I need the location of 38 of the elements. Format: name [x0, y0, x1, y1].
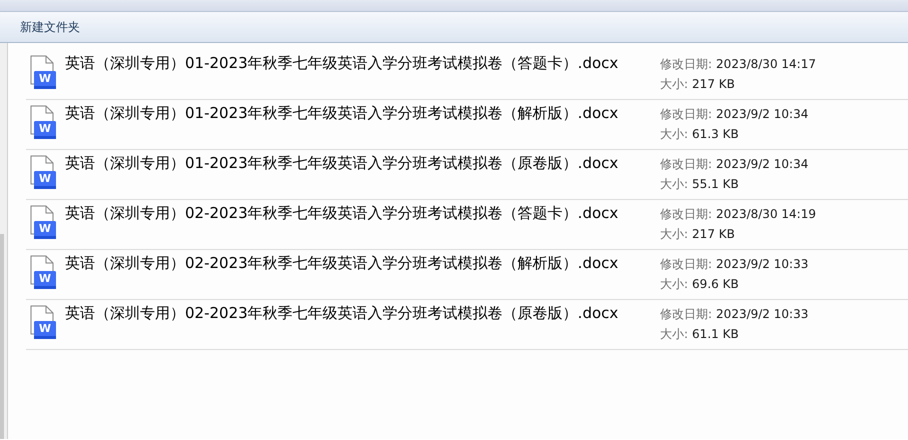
- file-size-label: 大小:: [660, 76, 688, 93]
- file-row[interactable]: W 英语（深圳专用）01-2023年秋季七年级英语入学分班考试模拟卷（答题卡）.docx 修改日期: 2023/8/30 14:17 大小: 217 KB: [26, 50, 908, 100]
- file-size: 69.6 KB: [692, 276, 739, 293]
- modified-date-label: 修改日期:: [660, 156, 712, 173]
- modified-date-label: 修改日期:: [660, 206, 712, 223]
- file-name: 英语（深圳专用）01-2023年秋季七年级英语入学分班考试模拟卷（解析版）.docx: [65, 103, 620, 123]
- modified-date-label: 修改日期:: [660, 256, 712, 273]
- file-row[interactable]: W 英语（深圳专用）01-2023年秋季七年级英语入学分班考试模拟卷（解析版）.docx 修改日期: 2023/9/2 10:34 大小: 61.3 KB: [26, 100, 908, 150]
- modified-date-label: 修改日期:: [660, 306, 712, 323]
- file-size-label: 大小:: [660, 176, 688, 193]
- modified-date-label: 修改日期:: [660, 56, 712, 73]
- file-row[interactable]: W 英语（深圳专用）02-2023年秋季七年级英语入学分班考试模拟卷（解析版）.docx 修改日期: 2023/9/2 10:33 大小: 69.6 KB: [26, 250, 908, 300]
- file-size: 61.3 KB: [692, 126, 739, 143]
- file-row[interactable]: W 英语（深圳专用）01-2023年秋季七年级英语入学分班考试模拟卷（原卷版）.docx 修改日期: 2023/9/2 10:34 大小: 55.1 KB: [26, 150, 908, 200]
- file-name: 英语（深圳专用）01-2023年秋季七年级英语入学分班考试模拟卷（答题卡）.docx: [65, 53, 620, 73]
- modified-date-label: 修改日期:: [660, 106, 712, 123]
- file-name: 英语（深圳专用）02-2023年秋季七年级英语入学分班考试模拟卷（答题卡）.docx: [65, 203, 620, 223]
- modified-date: 2023/8/30 14:19: [716, 206, 816, 223]
- scrollbar[interactable]: [0, 234, 4, 439]
- file-size: 217 KB: [692, 76, 735, 93]
- file-name: 英语（深圳专用）02-2023年秋季七年级英语入学分班考试模拟卷（解析版）.docx: [65, 253, 620, 273]
- modified-date: 2023/8/30 14:17: [716, 56, 816, 73]
- file-size-label: 大小:: [660, 276, 688, 293]
- new-folder-button[interactable]: 新建文件夹: [18, 15, 82, 39]
- file-size: 55.1 KB: [692, 176, 739, 193]
- file-size-label: 大小:: [660, 126, 688, 143]
- file-size: 217 KB: [692, 226, 735, 243]
- file-row[interactable]: W 英语（深圳专用）02-2023年秋季七年级英语入学分班考试模拟卷（答题卡）.docx 修改日期: 2023/8/30 14:19 大小: 217 KB: [26, 200, 908, 250]
- file-row[interactable]: W 英语（深圳专用）02-2023年秋季七年级英语入学分班考试模拟卷（原卷版）.docx 修改日期: 2023/9/2 10:33 大小: 61.1 KB: [26, 300, 908, 350]
- modified-date: 2023/9/2 10:33: [716, 306, 808, 323]
- file-name: 英语（深圳专用）02-2023年秋季七年级英语入学分班考试模拟卷（原卷版）.docx: [65, 303, 620, 323]
- modified-date: 2023/9/2 10:33: [716, 256, 808, 273]
- file-size-label: 大小:: [660, 226, 688, 243]
- file-size-label: 大小:: [660, 326, 688, 343]
- file-name: 英语（深圳专用）01-2023年秋季七年级英语入学分班考试模拟卷（原卷版）.docx: [65, 153, 620, 173]
- modified-date: 2023/9/2 10:34: [716, 106, 808, 123]
- file-size: 61.1 KB: [692, 326, 739, 343]
- modified-date: 2023/9/2 10:34: [716, 156, 808, 173]
